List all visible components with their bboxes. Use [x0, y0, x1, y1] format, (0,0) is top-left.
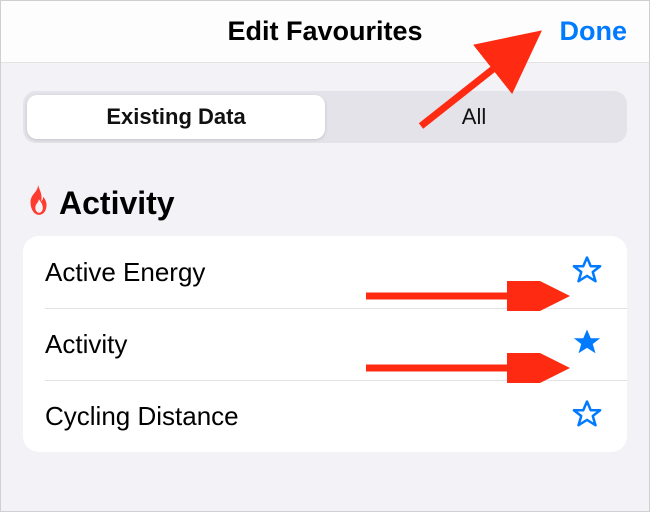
favourite-toggle[interactable] — [569, 398, 605, 434]
section-title: Activity — [59, 185, 175, 222]
done-button[interactable]: Done — [560, 1, 628, 62]
flame-icon — [25, 185, 51, 222]
list-item[interactable]: Cycling Distance — [23, 380, 627, 452]
list-item-label: Activity — [45, 329, 569, 360]
section-header-activity: Activity — [23, 185, 627, 222]
star-outline-icon — [572, 399, 602, 434]
navbar: Edit Favourites Done — [1, 1, 649, 63]
activity-list: Active Energy Activity — [23, 236, 627, 452]
app-frame: Edit Favourites Done Existing Data All A… — [0, 0, 650, 512]
segmented-control-wrap: Existing Data All — [23, 63, 627, 143]
tab-label: All — [462, 104, 486, 130]
list-item-label: Cycling Distance — [45, 401, 569, 432]
tab-existing-data[interactable]: Existing Data — [27, 95, 325, 139]
list-item-label: Active Energy — [45, 257, 569, 288]
star-filled-icon — [572, 327, 602, 362]
content-area: Existing Data All Activity Active Energy — [1, 63, 649, 511]
tab-all[interactable]: All — [325, 95, 623, 139]
page-title: Edit Favourites — [1, 1, 649, 62]
segmented-control: Existing Data All — [23, 91, 627, 143]
favourite-toggle[interactable] — [569, 254, 605, 290]
list-item[interactable]: Active Energy — [23, 236, 627, 308]
list-item[interactable]: Activity — [23, 308, 627, 380]
star-outline-icon — [572, 255, 602, 290]
favourite-toggle[interactable] — [569, 326, 605, 362]
tab-label: Existing Data — [106, 104, 245, 130]
